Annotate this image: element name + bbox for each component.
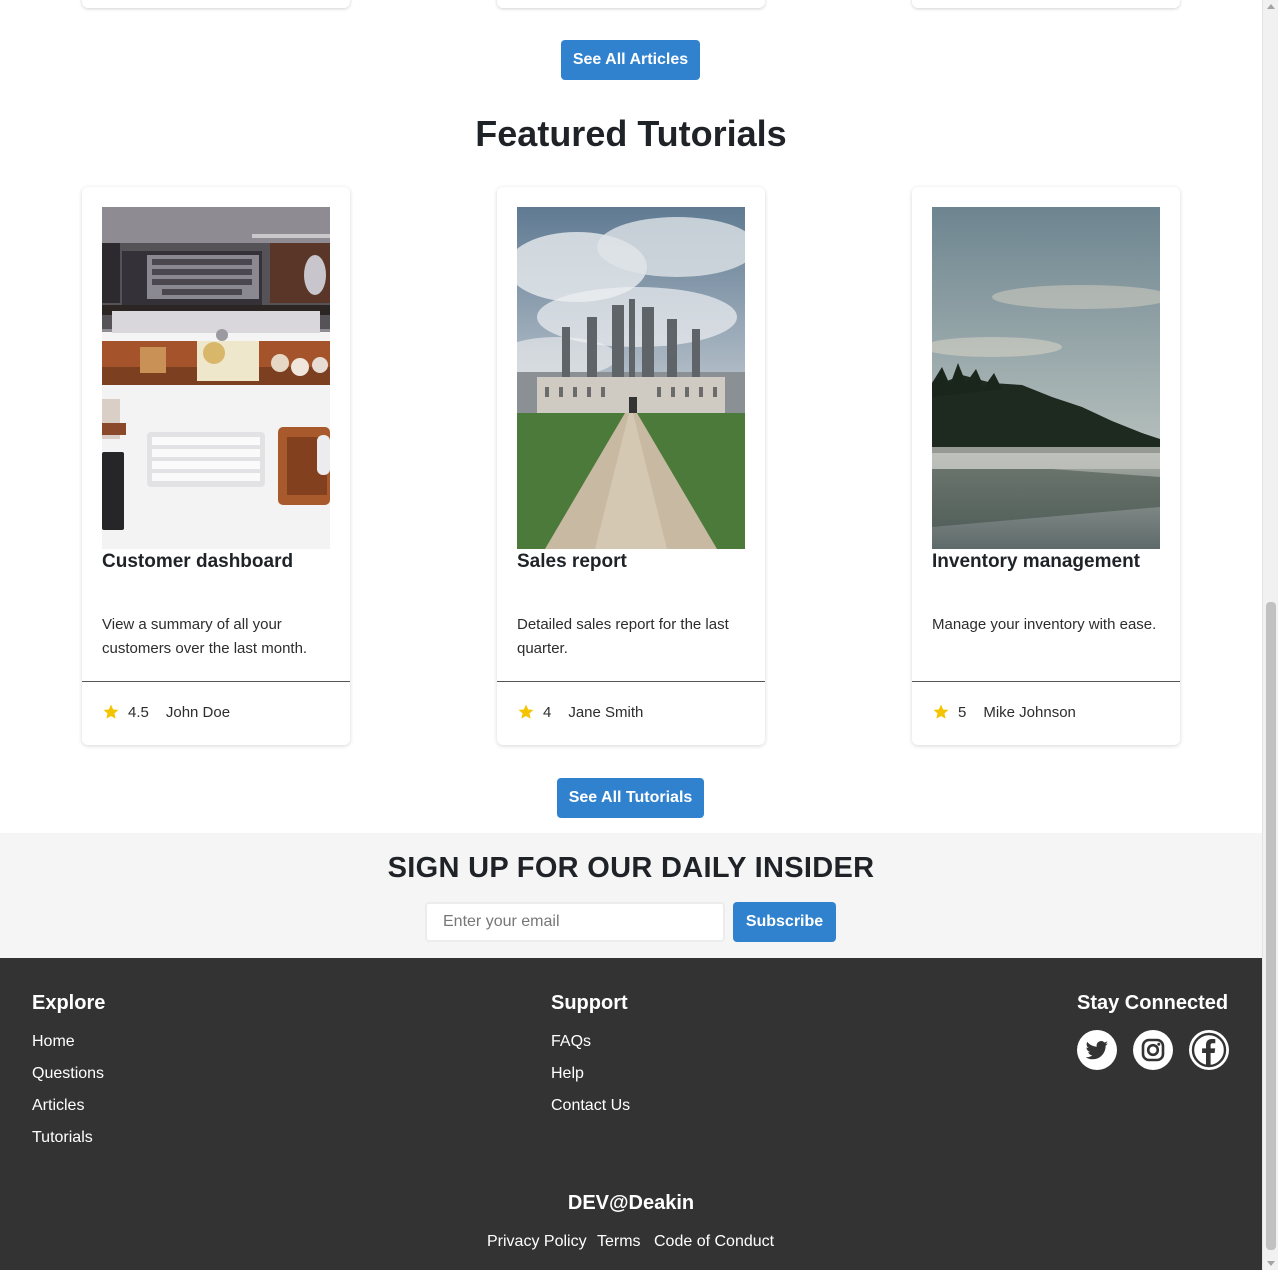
star-icon	[518, 704, 534, 719]
article-card-stub	[82, 0, 350, 8]
see-all-tutorials-button[interactable]: See All Tutorials	[557, 778, 704, 818]
author-name: John Doe	[165, 703, 231, 721]
card-divider	[82, 681, 350, 682]
rating-value: 5	[958, 703, 967, 721]
star-icon	[103, 704, 119, 719]
tutorial-card[interactable]: Sales report Detailed sales report for t…	[497, 187, 765, 745]
scroll-up-icon[interactable]	[1267, 4, 1275, 9]
footer-link-home[interactable]: Home	[32, 1033, 75, 1051]
scroll-thumb[interactable]	[1266, 602, 1276, 1250]
footer-brand: DEV@Deakin	[567, 1192, 695, 1214]
card-divider	[912, 681, 1180, 682]
subscribe-button[interactable]: Subscribe	[733, 902, 836, 942]
rating-value: 4.5	[128, 703, 149, 721]
footer-link-articles[interactable]: Articles	[32, 1097, 84, 1115]
article-card-stub	[912, 0, 1180, 8]
footer-connect-title: Stay Connected	[1077, 992, 1229, 1014]
scrollbar[interactable]	[1262, 0, 1278, 1270]
page: See All Articles Featured Tutorials Cust…	[0, 0, 1262, 1270]
star-icon	[933, 704, 949, 719]
castle-image	[517, 207, 745, 549]
footer-link-help[interactable]: Help	[551, 1065, 584, 1083]
tutorial-card[interactable]: Inventory management Manage your invento…	[912, 187, 1180, 745]
footer-link-faqs[interactable]: FAQs	[551, 1033, 591, 1051]
terms-link[interactable]: Terms	[597, 1233, 641, 1251]
tutorial-card-description: Manage your inventory with ease.	[932, 616, 1157, 633]
instagram-icon[interactable]	[1133, 1030, 1173, 1070]
author-name: Mike Johnson	[983, 703, 1076, 721]
footer-link-tutorials[interactable]: Tutorials	[32, 1129, 93, 1147]
desk-workspace-image	[102, 207, 330, 549]
tutorial-card-title: Sales report	[517, 551, 627, 572]
footer: Explore Home Questions Articles Tutorial…	[0, 958, 1262, 1270]
facebook-icon[interactable]	[1189, 1030, 1229, 1070]
newsletter-section: SIGN UP FOR OUR DAILY INSIDER Subscribe	[0, 833, 1262, 958]
footer-link-questions[interactable]: Questions	[32, 1065, 104, 1083]
privacy-policy-link[interactable]: Privacy Policy	[487, 1233, 587, 1251]
author-name: Jane Smith	[568, 703, 644, 721]
card-divider	[497, 681, 765, 682]
footer-link-contact-us[interactable]: Contact Us	[551, 1097, 630, 1115]
tutorial-card-footer: 4 Jane Smith	[517, 703, 643, 721]
twitter-icon[interactable]	[1077, 1030, 1117, 1070]
tutorial-card-footer: 4.5 John Doe	[102, 703, 230, 721]
code-of-conduct-link[interactable]: Code of Conduct	[654, 1233, 774, 1251]
tutorial-card-title: Inventory management	[932, 551, 1140, 572]
see-all-articles-button[interactable]: See All Articles	[561, 40, 700, 80]
tutorial-card-title: Customer dashboard	[102, 551, 294, 572]
scroll-down-icon[interactable]	[1267, 1261, 1275, 1266]
tutorial-card[interactable]: Customer dashboard View a summary of all…	[82, 187, 350, 745]
tutorial-card-footer: 5 Mike Johnson	[932, 703, 1076, 721]
article-card-stub	[497, 0, 765, 8]
featured-tutorials-title: Featured Tutorials	[475, 113, 787, 154]
tutorial-card-description: View a summary of all your customers ove…	[102, 616, 308, 657]
misty-lake-image	[932, 207, 1160, 549]
footer-support-title: Support	[551, 992, 628, 1014]
rating-value: 4	[543, 703, 552, 721]
tutorial-card-description: Detailed sales report for the last quart…	[517, 616, 729, 657]
newsletter-title: SIGN UP FOR OUR DAILY INSIDER	[387, 852, 875, 884]
footer-explore-title: Explore	[32, 992, 106, 1014]
email-input[interactable]	[425, 902, 725, 942]
